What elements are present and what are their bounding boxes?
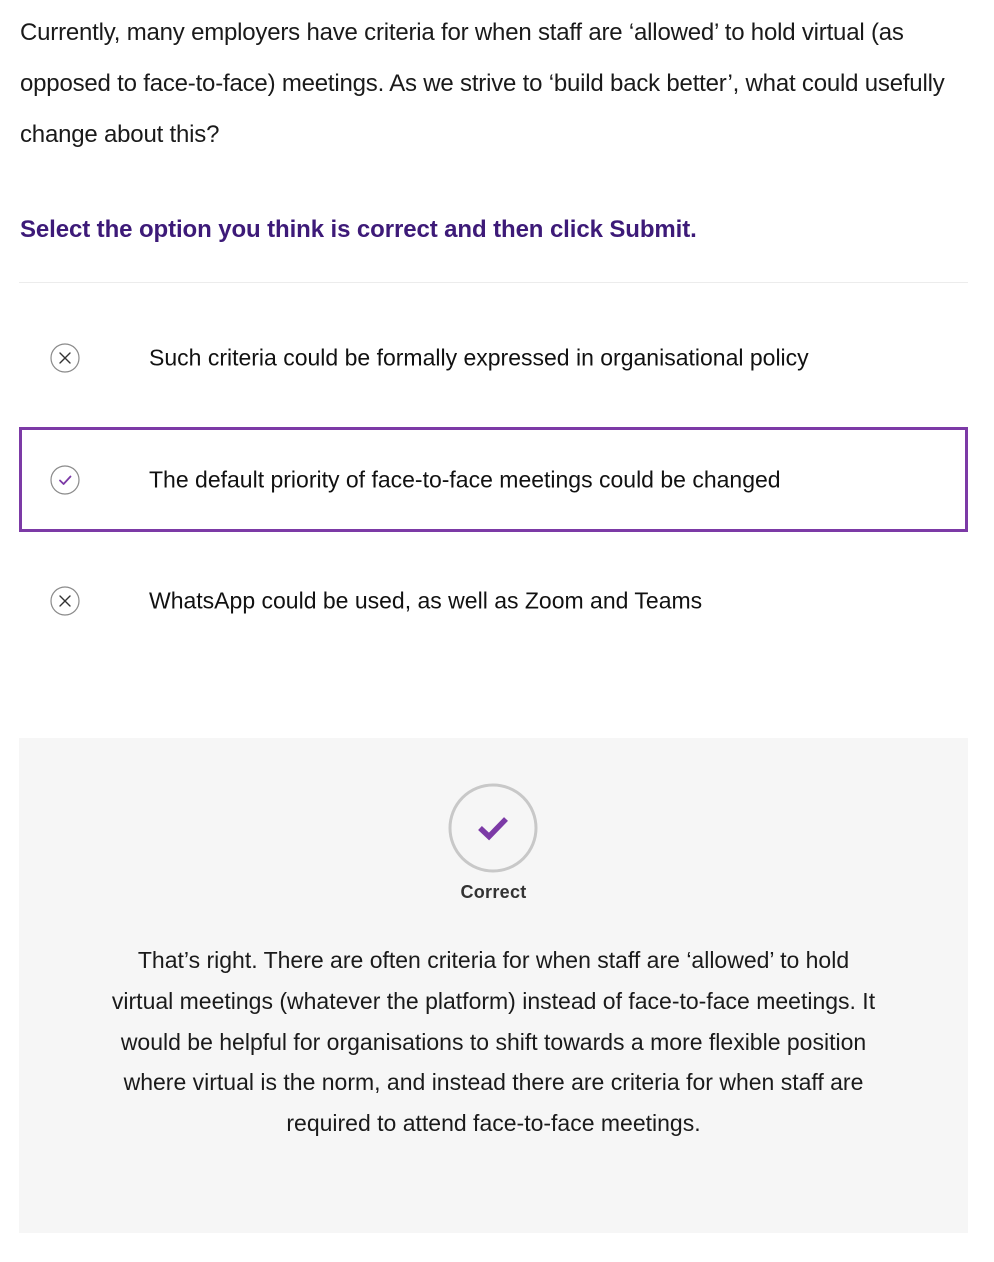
feedback-status: Correct [460, 882, 527, 902]
cross-circle-icon [50, 585, 80, 616]
check-circle-icon [50, 464, 80, 495]
check-badge-icon [448, 783, 538, 873]
feedback-text: That’s right. There are often criteria f… [111, 947, 876, 1137]
option-label: WhatsApp could be used, as well as Zoom … [149, 587, 703, 613]
instruction-text: Select the option you think is correct a… [20, 216, 697, 243]
option-3[interactable]: WhatsApp could be used, as well as Zoom … [19, 548, 968, 653]
option-1[interactable]: Such criteria could be formally expresse… [19, 305, 968, 410]
divider [19, 282, 968, 283]
question-text: Currently, many employers have criteria … [20, 19, 945, 148]
feedback-panel: Correct That’s right. There are often cr… [19, 738, 968, 1233]
option-2[interactable]: The default priority of face-to-face mee… [19, 427, 968, 532]
cross-circle-icon [50, 342, 80, 373]
option-label: The default priority of face-to-face mee… [149, 466, 781, 492]
option-label: Such criteria could be formally expresse… [149, 344, 809, 370]
